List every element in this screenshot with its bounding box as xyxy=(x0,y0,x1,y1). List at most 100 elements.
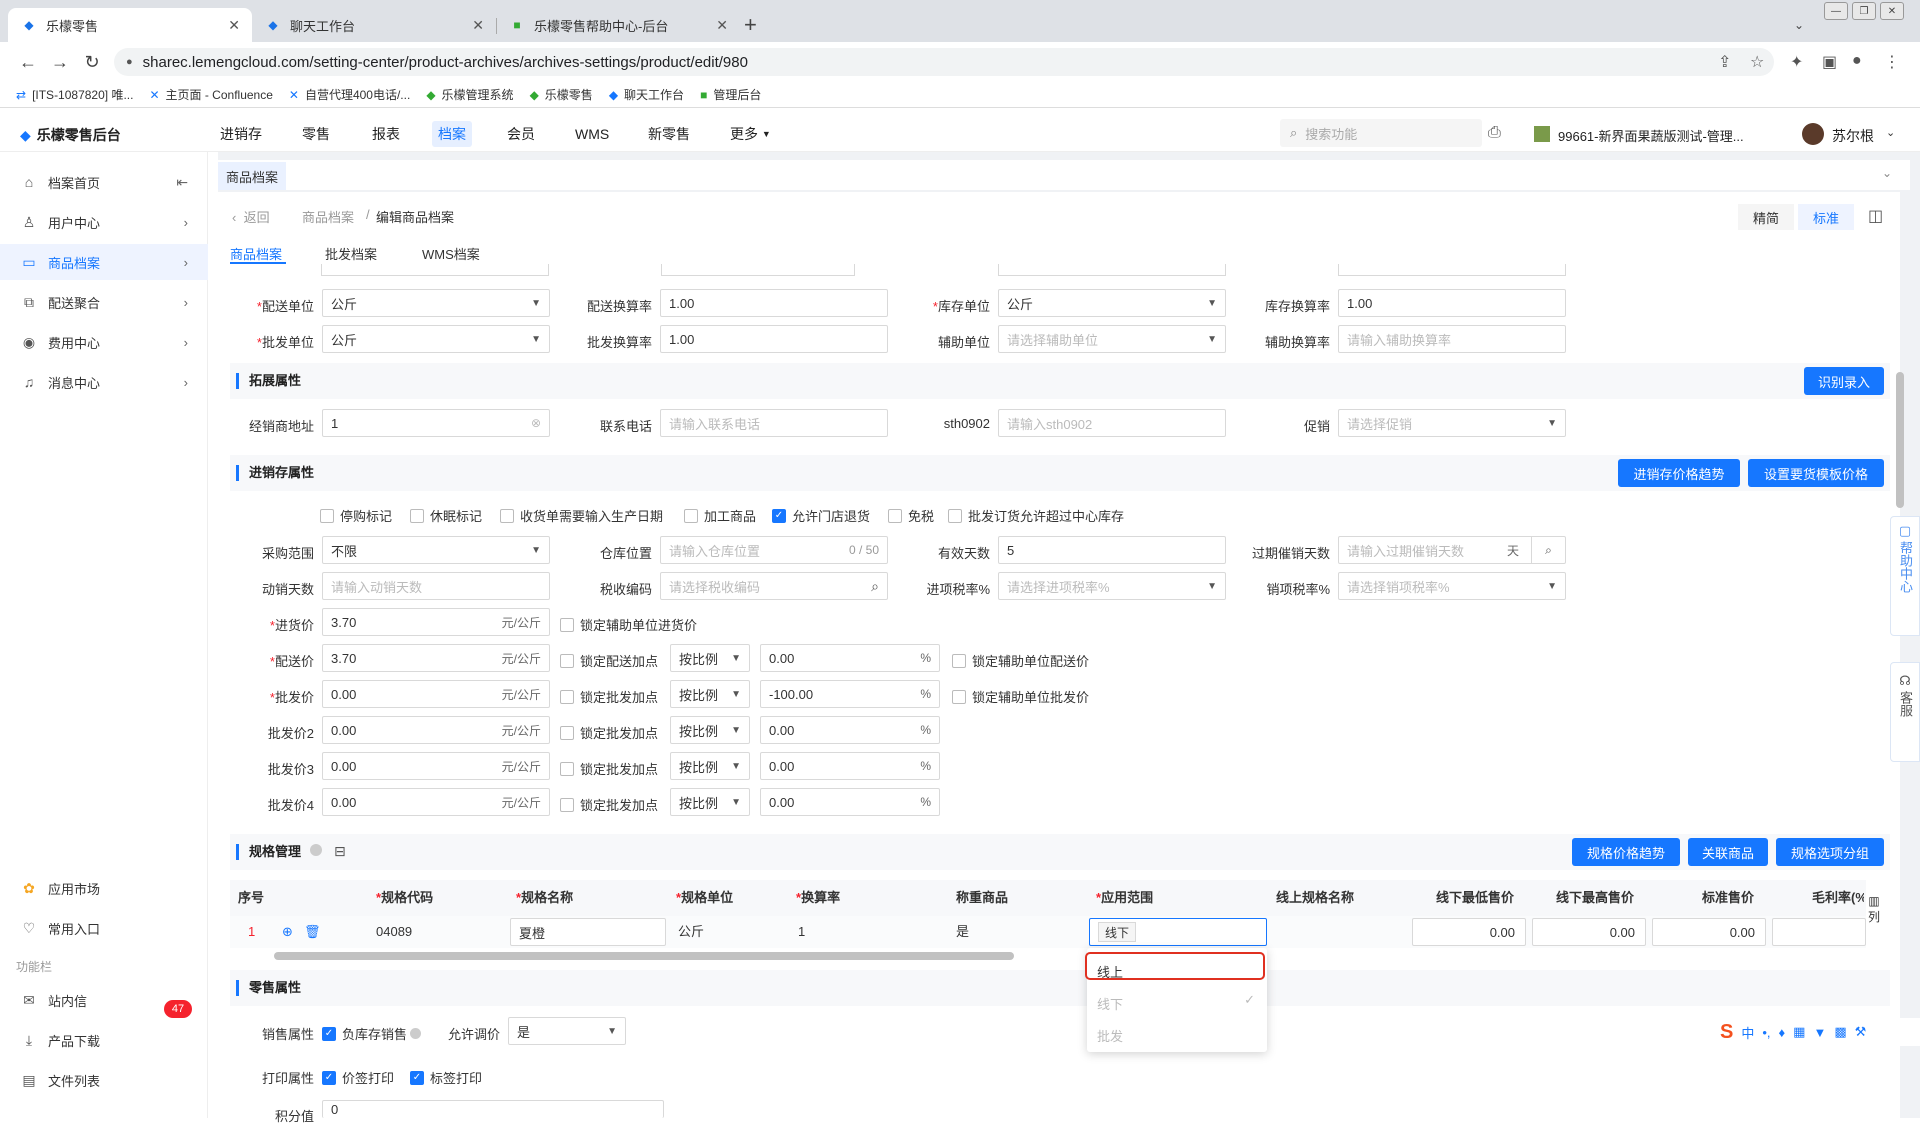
set-template-price-button[interactable]: 设置要货模板价格 xyxy=(1748,459,1884,487)
spec-option-group-button[interactable]: 规格选项分组 xyxy=(1776,838,1884,866)
sidebar-item-archive-home[interactable]: ⌂ 档案首页 ⇤ xyxy=(0,164,208,200)
close-window-icon[interactable]: ✕ xyxy=(1880,2,1904,20)
markup-percent-input[interactable]: -100.00% xyxy=(760,680,940,708)
store-name[interactable]: 99661-新界面果蔬版测试-管理... xyxy=(1558,126,1744,145)
tab-bar-chevron-icon[interactable]: ⌄ xyxy=(1882,166,1892,180)
delivery-rate-input[interactable]: 1.00 xyxy=(660,289,888,317)
bookmark-item[interactable]: ✕ 主页面 - Confluence xyxy=(149,86,272,103)
lock-aux-delivery-checkbox[interactable]: 锁定辅助单位配送价 xyxy=(952,651,1089,670)
collapse-sidebar-icon[interactable]: ⇤ xyxy=(176,174,188,191)
sidebar-item-download[interactable]: ⤓ 产品下载 xyxy=(0,1022,208,1058)
wholesale-price2-input[interactable]: 0.00 元/公斤 xyxy=(322,716,550,744)
wholesale-price4-input[interactable]: 0.00 元/公斤 xyxy=(322,788,550,816)
printer-icon[interactable]: ⎙ xyxy=(1488,124,1501,142)
view-standard-button[interactable]: 标准 xyxy=(1798,204,1854,230)
forward-icon[interactable]: → xyxy=(44,52,76,73)
markup-mode-select[interactable]: 按比例 ▼ xyxy=(670,644,750,672)
dormant-checkbox[interactable]: 休眠标记 xyxy=(410,506,482,525)
production-date-checkbox[interactable]: 收货单需要输入生产日期 xyxy=(500,506,663,525)
spec-price-trend-button[interactable]: 规格价格趋势 xyxy=(1572,838,1680,866)
vertical-scrollbar[interactable] xyxy=(1896,372,1904,508)
stop-purchase-checkbox[interactable]: 停购标记 xyxy=(320,506,392,525)
new-tab-icon[interactable]: + xyxy=(744,12,757,38)
sidebar-item-delivery[interactable]: ⧉ 配送聚合 › xyxy=(0,284,208,320)
view-simple-button[interactable]: 精简 xyxy=(1738,204,1794,230)
allow-adjust-select[interactable]: 是 ▼ xyxy=(508,1017,626,1045)
purchase-price-input[interactable]: 3.70 元/公斤 xyxy=(322,608,550,636)
tab-wholesale-archive[interactable]: 批发档案 xyxy=(325,244,377,263)
lock-wholesale-markup-checkbox[interactable]: 锁定批发加点 xyxy=(560,723,658,742)
aux-rate-input[interactable]: 请输入辅助换算率 xyxy=(1338,325,1566,353)
nav-more[interactable]: 更多 ▼ xyxy=(730,116,771,152)
avatar[interactable] xyxy=(1802,123,1824,145)
add-row-icon[interactable]: ⊕ xyxy=(282,916,293,948)
markup-percent-input[interactable]: 0.00% xyxy=(760,716,940,744)
min-price-input[interactable]: 0.00 xyxy=(1412,918,1526,946)
wholesale-unit-select[interactable]: 公斤 ▼ xyxy=(322,325,550,353)
scope-multiselect[interactable]: 线下 xyxy=(1089,918,1267,946)
collapse-icon[interactable]: ⊟ xyxy=(334,843,346,860)
dropdown-option-offline[interactable]: 线下 xyxy=(1097,994,1123,1013)
valid-days-input[interactable]: 5 xyxy=(998,536,1226,564)
nav-member[interactable]: 会员 xyxy=(507,116,535,152)
tab-product-archive[interactable]: 商品档案 xyxy=(230,244,282,263)
related-goods-button[interactable]: 关联商品 xyxy=(1688,838,1768,866)
nav-new-retail[interactable]: 新零售 xyxy=(648,116,690,152)
close-tab-icon[interactable]: ✕ xyxy=(472,17,484,34)
exceed-stock-checkbox[interactable]: 批发订货允许超过中心库存 xyxy=(948,506,1124,525)
info-icon[interactable] xyxy=(310,844,322,856)
location-input[interactable]: 请输入仓库位置 0 / 50 xyxy=(660,536,888,564)
back-icon[interactable]: ← xyxy=(12,52,44,73)
stock-rate-input[interactable]: 1.00 xyxy=(1338,289,1566,317)
brand[interactable]: ◆ 乐檬零售后台 xyxy=(20,125,121,145)
page-tab-product-archive[interactable]: 商品档案 xyxy=(218,162,287,190)
output-tax-select[interactable]: 请选择销项税率% ▼ xyxy=(1338,572,1566,600)
max-price-input[interactable]: 0.00 xyxy=(1532,918,1646,946)
extensions-icon[interactable]: ✦ xyxy=(1790,52,1803,72)
minimize-icon[interactable]: — xyxy=(1824,2,1848,20)
lock-wholesale-markup-checkbox[interactable]: 锁定批发加点 xyxy=(560,759,658,778)
markup-mode-select[interactable]: 按比例 ▼ xyxy=(670,680,750,708)
promotion-select[interactable]: 请选择促销 ▼ xyxy=(1338,409,1566,437)
lock-aux-purchase-checkbox[interactable]: 锁定辅助单位进货价 xyxy=(560,615,697,634)
delivery-price-input[interactable]: 3.70 元/公斤 xyxy=(322,644,550,672)
browser-tab-help[interactable]: ■ 乐檬零售帮助中心-后台 ✕ xyxy=(496,8,740,42)
sidebar-item-product-archive[interactable]: ▭ 商品档案 › xyxy=(0,244,208,280)
browser-tab-lemeng[interactable]: ◆ 乐檬零售 ✕ xyxy=(8,8,252,42)
nav-wms[interactable]: WMS xyxy=(575,116,609,152)
tax-free-checkbox[interactable]: 免税 xyxy=(888,506,934,525)
tab-search-icon[interactable]: ⌄ xyxy=(1794,18,1804,32)
help-center-button[interactable]: ▢ 帮助中心 xyxy=(1890,516,1920,636)
input-tax-select[interactable]: 请选择进项税率% ▼ xyxy=(998,572,1226,600)
phone-input[interactable]: 请输入联系电话 xyxy=(660,409,888,437)
close-tab-icon[interactable]: ✕ xyxy=(228,17,240,34)
dropdown-option-wholesale[interactable]: 批发 xyxy=(1097,1026,1123,1045)
nav-archive[interactable]: 档案 xyxy=(432,116,472,152)
bookmark-item[interactable]: ◆ 乐檬管理系统 xyxy=(426,86,513,103)
move-days-input[interactable]: 请输入动销天数 xyxy=(322,572,550,600)
spec-name-input[interactable]: 夏橙 xyxy=(510,918,666,946)
recognize-entry-button[interactable]: 识别录入 xyxy=(1804,367,1884,395)
wholesale-price3-input[interactable]: 0.00 元/公斤 xyxy=(322,752,550,780)
ime-toolbar[interactable]: S 中 •, ♦ ▦ ▼ ▩ ⚒ xyxy=(1716,1018,1920,1046)
stock-unit-select[interactable]: 公斤 ▼ xyxy=(998,289,1226,317)
lock-wholesale-markup-checkbox[interactable]: 锁定批发加点 xyxy=(560,795,658,814)
customer-service-button[interactable]: ☊ 客服 xyxy=(1890,662,1920,762)
purchase-scope-select[interactable]: 不限 ▼ xyxy=(322,536,550,564)
close-tab-icon[interactable]: ✕ xyxy=(716,17,728,34)
lock-delivery-markup-checkbox[interactable]: 锁定配送加点 xyxy=(560,651,658,670)
sidepanel-icon[interactable]: ▣ xyxy=(1822,52,1837,72)
sidebar-item-message-center[interactable]: ♫ 消息中心 › xyxy=(0,364,208,400)
bookmark-item[interactable]: ⇄ [ITS-1087820] 唯... xyxy=(16,86,133,103)
browser-tab-chat[interactable]: ◆ 聊天工作台 ✕ xyxy=(252,8,496,42)
bookmark-item[interactable]: ✕ 自营代理400电话/... xyxy=(289,86,410,103)
aux-unit-select[interactable]: 请选择辅助单位 ▼ xyxy=(998,325,1226,353)
share-icon[interactable]: ⇪ xyxy=(1718,52,1731,72)
lock-wholesale-markup-checkbox[interactable]: 锁定批发加点 xyxy=(560,687,658,706)
delete-row-icon[interactable]: 🗑 xyxy=(304,916,321,948)
markup-mode-select[interactable]: 按比例 ▼ xyxy=(670,788,750,816)
nav-inventory[interactable]: 进销存 xyxy=(220,116,262,152)
bookmark-item[interactable]: ◆ 聊天工作台 xyxy=(609,86,684,103)
markup-mode-select[interactable]: 按比例 ▼ xyxy=(670,752,750,780)
bookmark-star-icon[interactable]: ☆ xyxy=(1750,52,1764,72)
